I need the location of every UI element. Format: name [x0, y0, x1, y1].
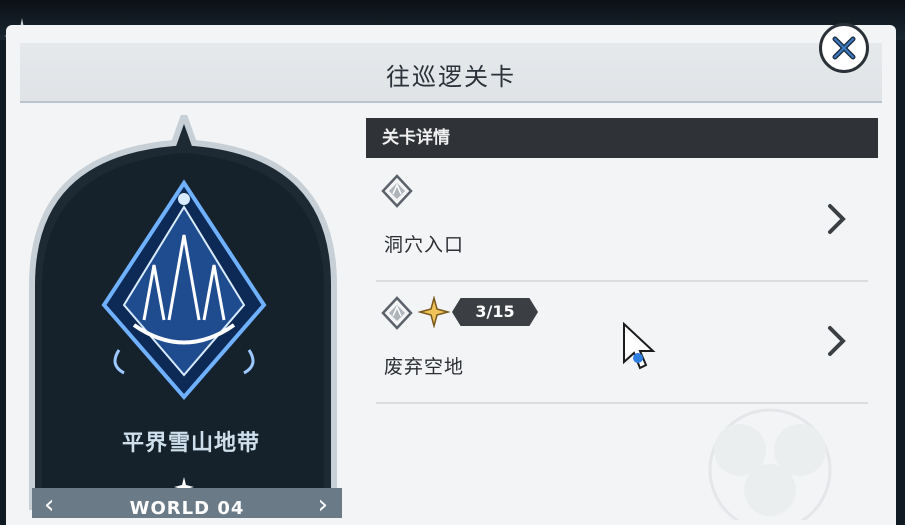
- level-row-cave-entrance[interactable]: 洞穴入口: [376, 160, 868, 282]
- world-code: WORLD 04: [129, 498, 245, 519]
- decorative-flower-watermark: [708, 408, 832, 520]
- dialog-title: 往巡逻关卡: [386, 63, 516, 91]
- level-name: 废弃空地: [384, 356, 465, 378]
- level-crest-icon: [381, 174, 413, 208]
- level-crest-icon: [381, 296, 413, 330]
- chevron-right-icon: [828, 326, 846, 356]
- next-world-button[interactable]: ›: [318, 490, 328, 520]
- gold-star-icon: [418, 296, 450, 328]
- details-header: 关卡详情: [366, 118, 878, 158]
- level-name: 洞穴入口: [384, 234, 465, 256]
- close-icon: [832, 36, 856, 60]
- world-selector: ‹ WORLD 04 ›: [32, 488, 342, 520]
- star-progress-count: 3/15: [452, 298, 538, 326]
- close-button[interactable]: [819, 23, 869, 73]
- world-name: 平界雪山地带: [121, 431, 260, 456]
- mouse-cursor-icon: [623, 322, 656, 370]
- chevron-right-icon: [828, 204, 846, 234]
- dialog-titlebar: 往巡逻关卡: [20, 43, 882, 103]
